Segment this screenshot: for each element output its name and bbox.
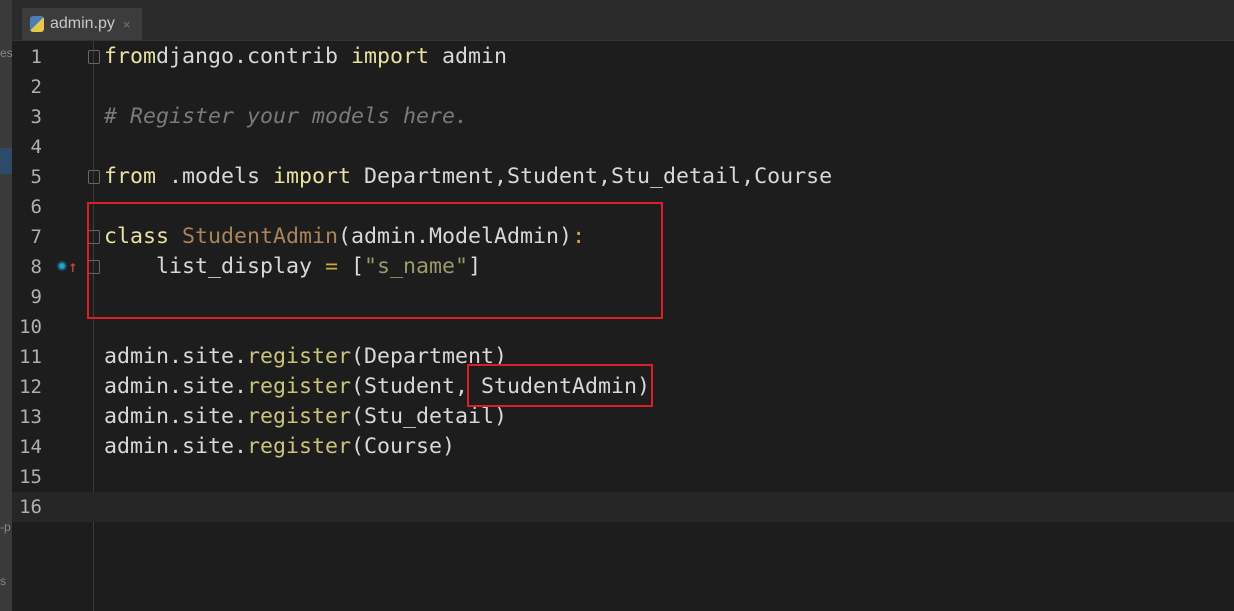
line-number[interactable]: 5 xyxy=(12,162,42,192)
close-tab-icon[interactable]: × xyxy=(123,17,131,32)
code-line[interactable]: 4 xyxy=(12,132,1234,162)
line-number[interactable]: 7 xyxy=(12,222,42,252)
line-number[interactable]: 10 xyxy=(12,312,42,342)
code-token: .models xyxy=(156,164,274,189)
code-token: register xyxy=(247,374,352,399)
code-line[interactable]: 3 # Register your models here. xyxy=(12,102,1234,132)
code-token: (Stu_detail) xyxy=(351,404,508,429)
code-token: admin.site. xyxy=(104,344,248,369)
code-token: Department,Student,Stu_detail,Course xyxy=(351,164,833,189)
code-text: admin.site.register(Course) xyxy=(104,432,455,462)
line-number[interactable]: 4 xyxy=(12,132,42,162)
code-line[interactable]: 1 fromdjango.contrib import admin xyxy=(12,42,1234,72)
code-token: from xyxy=(104,164,157,189)
python-file-icon xyxy=(30,16,44,32)
code-token: register xyxy=(247,404,352,429)
code-text: admin.site.register(Stu_detail) xyxy=(104,402,507,432)
line-number[interactable]: 12 xyxy=(12,372,42,402)
code-token: register xyxy=(247,344,352,369)
panel-text-fragment: es xyxy=(0,46,13,60)
code-text: fromdjango.contrib import admin xyxy=(104,42,507,72)
code-line[interactable]: 15 xyxy=(12,462,1234,492)
panel-text-fragment: s xyxy=(0,574,6,588)
line-number[interactable]: 3 xyxy=(12,102,42,132)
code-token: from xyxy=(104,44,157,69)
code-line[interactable]: 2 xyxy=(12,72,1234,102)
tab-admin-py[interactable]: admin.py × xyxy=(22,8,142,40)
line-number[interactable]: 11 xyxy=(12,342,42,372)
line-number[interactable]: 9 xyxy=(12,282,42,312)
code-token: import xyxy=(273,164,352,189)
code-token: import xyxy=(351,44,430,69)
line-number[interactable]: 14 xyxy=(12,432,42,462)
fold-marker-icon[interactable] xyxy=(88,170,100,184)
line-number[interactable]: 2 xyxy=(12,72,42,102)
code-line[interactable]: 16 xyxy=(12,492,1234,522)
panel-text-fragment: -p xyxy=(0,520,11,534)
project-panel-edge[interactable]: es -p s xyxy=(0,0,13,611)
code-editor[interactable]: 1 fromdjango.contrib import admin 2 3 # Regi… xyxy=(12,41,1234,611)
line-number[interactable]: 1 xyxy=(12,42,42,72)
line-number[interactable]: 8 xyxy=(12,252,42,282)
code-token: # Register your models here. xyxy=(104,104,469,129)
code-token: admin.site. xyxy=(104,434,248,459)
tab-label: admin.py xyxy=(50,15,115,32)
override-marker-icon[interactable] xyxy=(57,261,67,271)
code-text: from .models import Department,Student,S… xyxy=(104,162,832,192)
code-text: admin.site.register(Department) xyxy=(104,342,507,372)
code-token: (Course) xyxy=(351,434,456,459)
code-token: register xyxy=(247,434,352,459)
arrow-up-icon: ↑ xyxy=(68,257,78,276)
code-line[interactable]: 14 admin.site.register(Course) xyxy=(12,432,1234,462)
line-number[interactable]: 13 xyxy=(12,402,42,432)
highlight-box-class xyxy=(87,202,663,319)
line-number[interactable]: 15 xyxy=(12,462,42,492)
highlight-box-register-arg xyxy=(467,364,653,407)
line-number[interactable]: 16 xyxy=(12,492,42,522)
code-text: # Register your models here. xyxy=(104,102,468,132)
code-token: admin xyxy=(429,44,508,69)
editor-tab-bar: admin.py × xyxy=(12,0,1234,41)
line-number[interactable]: 6 xyxy=(12,192,42,222)
code-token: admin.site. xyxy=(104,374,248,399)
code-token: django.contrib xyxy=(156,44,352,69)
code-line[interactable]: 5 from .models import Department,Student,… xyxy=(12,162,1234,192)
code-token: admin.site. xyxy=(104,404,248,429)
selected-project-item[interactable] xyxy=(0,148,12,174)
fold-marker-icon[interactable] xyxy=(88,50,100,64)
